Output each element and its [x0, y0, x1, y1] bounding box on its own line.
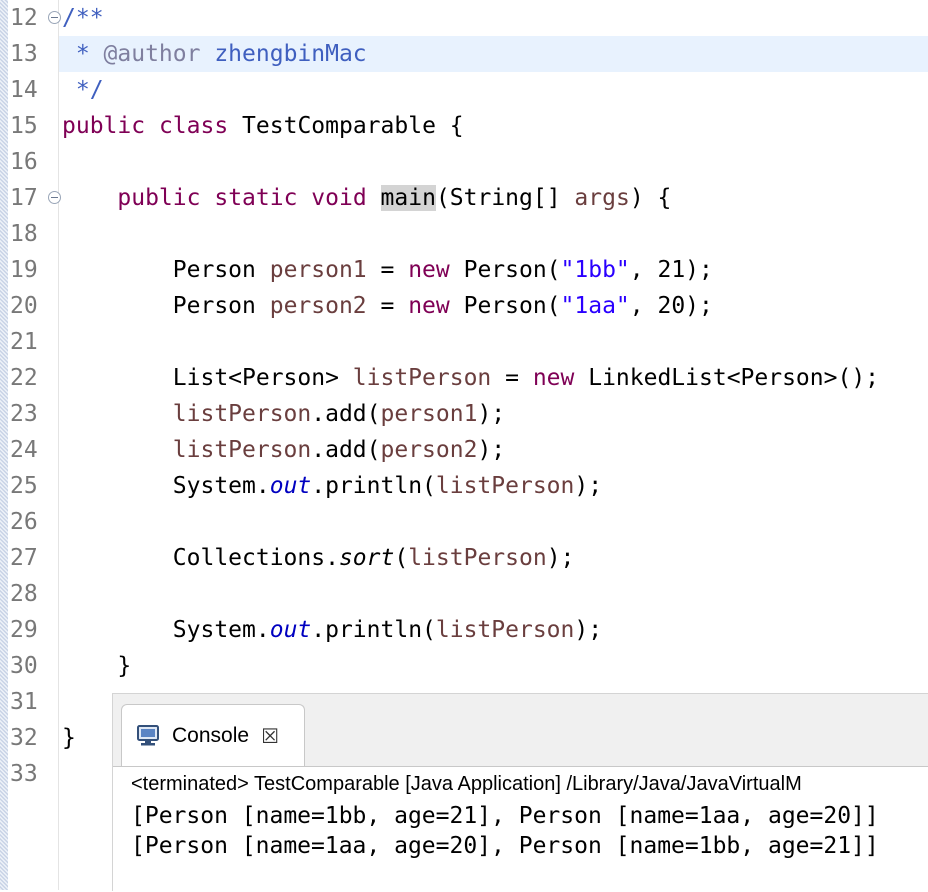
code-line-23: listPerson.add(person1); — [172, 401, 506, 427]
line-number: 27 — [10, 545, 38, 571]
console-view: Console ☒ <terminated> TestComparable [J… — [112, 693, 928, 892]
line-number: 30 — [10, 653, 38, 679]
code-line-19: Person person1 = new Person("1bb", 21); — [62, 257, 713, 283]
code-line-12: /** — [62, 5, 104, 31]
code-line-25: System.out.println(listPerson); — [62, 473, 603, 499]
line-number: 33 — [10, 761, 38, 787]
line-number: 17 — [10, 185, 38, 211]
close-icon[interactable]: ☒ — [261, 724, 279, 748]
line-number-gutter: 12 13 14 15 16 17 18 19 20 21 22 23 24 2… — [8, 0, 61, 890]
code-line-15: public class TestComparable { — [62, 113, 464, 139]
console-status: <terminated> TestComparable [Java Applic… — [131, 773, 802, 795]
code-line-13: * @author zhengbinMac — [62, 41, 367, 67]
line-number: 23 — [10, 401, 38, 427]
code-line-29: System.out.println(listPerson); — [62, 617, 603, 643]
line-number: 32 — [10, 725, 38, 751]
collapse-icon[interactable] — [48, 191, 61, 204]
line-number: 25 — [10, 473, 38, 499]
line-number: 20 — [10, 293, 38, 319]
code-line-20: Person person2 = new Person("1aa", 20); — [62, 293, 713, 319]
line-number: 21 — [10, 329, 38, 355]
console-output[interactable]: <terminated> TestComparable [Java Applic… — [113, 766, 928, 892]
line-number: 13 — [10, 41, 38, 67]
line-number: 16 — [10, 149, 38, 175]
console-icon — [136, 724, 162, 748]
console-output-line: [Person [name=1aa, age=20], Person [name… — [131, 833, 879, 859]
line-number: 31 — [10, 689, 38, 715]
code-line-27: Collections.sort(listPerson); — [62, 545, 575, 571]
code-line-22: List<Person> listPerson = new LinkedList… — [62, 365, 880, 391]
line-number: 24 — [10, 437, 38, 463]
line-number: 12 — [10, 5, 38, 31]
occurrence-highlight: main — [380, 185, 436, 211]
line-number: 29 — [10, 617, 38, 643]
line-number: 18 — [10, 221, 38, 247]
code-line-14: */ — [62, 77, 104, 103]
code-line-32: } — [62, 725, 76, 751]
console-tab-label: Console — [172, 723, 250, 747]
overview-ruler — [0, 0, 8, 890]
code-line-24: listPerson.add(person2); — [172, 437, 506, 463]
console-output-line: [Person [name=1bb, age=21], Person [name… — [131, 803, 879, 829]
line-number: 14 — [10, 77, 38, 103]
line-number: 19 — [10, 257, 38, 283]
line-number: 15 — [10, 113, 38, 139]
code-line-17: public static void main(String[] args) { — [117, 185, 672, 211]
collapse-icon[interactable] — [48, 11, 61, 24]
console-tab[interactable]: Console ☒ — [121, 704, 305, 766]
line-number: 22 — [10, 365, 38, 391]
line-number: 28 — [10, 581, 38, 607]
code-line-30: } — [62, 653, 132, 679]
line-number: 26 — [10, 509, 38, 535]
